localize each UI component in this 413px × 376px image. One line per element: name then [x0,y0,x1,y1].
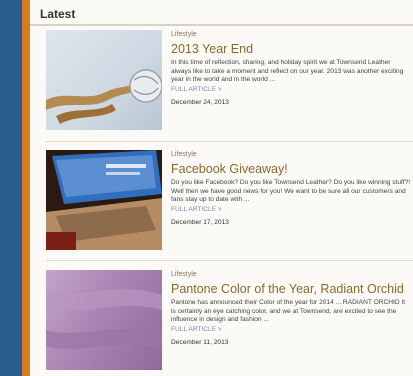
article-category[interactable]: Lifestyle [171,150,411,159]
article-content: Lifestyle Pantone Color of the Year, Rad… [171,270,411,347]
section-title: Latest [40,7,76,21]
laptop-facebook-image [46,150,162,250]
full-article-link[interactable]: FULL ARTICLE > [171,205,411,214]
section-header: Latest [30,0,413,26]
article-thumbnail[interactable] [46,270,162,370]
article-divider [46,260,413,261]
article-date: December 17, 2013 [171,218,229,226]
article-title[interactable]: 2013 Year End [171,41,411,57]
full-article-link[interactable]: FULL ARTICLE > [171,85,411,94]
orchid-leather-image [46,289,162,350]
latest-panel: Latest Lifestyle 2013 Year End In this t… [30,0,413,376]
article-date: December 24, 2013 [171,98,229,106]
leather-ribbon-image [46,69,162,124]
article-title[interactable]: Pantone Color of the Year, Radiant Orchi… [171,281,411,297]
article-date: December 11, 2013 [171,338,229,346]
article-category[interactable]: Lifestyle [171,270,411,279]
article-divider [46,141,413,142]
full-article-link[interactable]: FULL ARTICLE > [171,325,411,334]
article-excerpt: In this time of reflection, sharing, and… [171,59,404,84]
left-sidebar-strip [0,0,22,376]
article-title[interactable]: Facebook Giveaway! [171,161,411,177]
article-excerpt: Pantone has announced their Color of the… [171,299,406,324]
article-content: Lifestyle Facebook Giveaway! Do you like… [171,150,411,227]
article-category[interactable]: Lifestyle [171,30,411,39]
left-accent-strip [22,0,30,376]
article-excerpt: Do you like Facebook? Do you like Townse… [171,179,411,204]
article-thumbnail[interactable] [46,30,162,130]
article-content: Lifestyle 2013 Year End In this time of … [171,30,411,107]
article-thumbnail[interactable] [46,150,162,250]
